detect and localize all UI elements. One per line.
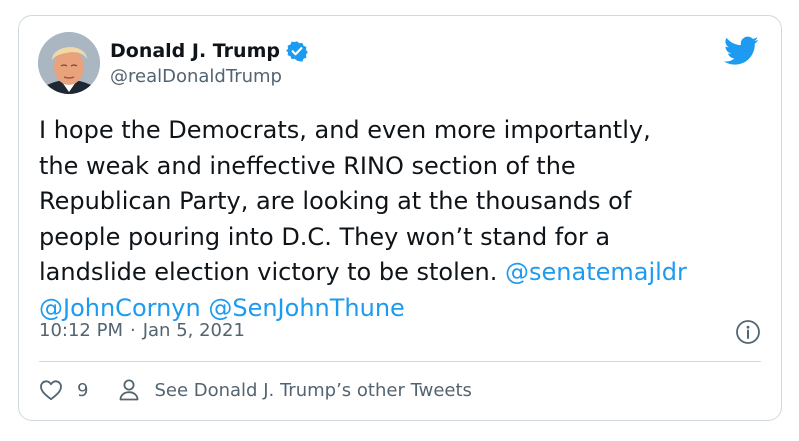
author-handle[interactable]: @realDonaldTrump — [110, 66, 282, 87]
author-name-row: Donald J. Trump — [110, 40, 308, 62]
info-icon[interactable] — [735, 319, 761, 345]
mention-link[interactable]: @JohnCornyn — [39, 294, 201, 322]
action-bar: 9 See Donald J. Trump’s other Tweets — [39, 378, 472, 402]
tweet-text-line: the weak and ineffective RINO section of… — [39, 151, 576, 180]
verified-badge-icon — [286, 40, 308, 62]
divider — [39, 361, 761, 362]
mention-link[interactable]: @SenJohnThune — [208, 294, 404, 322]
see-other-tweets-label: See Donald J. Trump’s other Tweets — [154, 379, 472, 401]
tweet-text: I hope the Democrats, and even more impo… — [39, 113, 769, 327]
avatar-image — [38, 32, 100, 94]
tweet-card: Donald J. Trump @realDonaldTrump I hope … — [18, 15, 782, 421]
author-name[interactable]: Donald J. Trump — [110, 40, 280, 62]
tweet-date[interactable]: Jan 5, 2021 — [143, 320, 245, 341]
avatar[interactable] — [38, 32, 100, 94]
mention-link[interactable]: @senatemajldr — [505, 258, 687, 286]
person-icon — [118, 378, 140, 402]
like-count: 9 — [77, 379, 89, 401]
tweet-text-line: people pouring into D.C. They won’t stan… — [39, 222, 611, 251]
meta-separator: · — [129, 320, 136, 341]
tweet-text-line: I hope the Democrats, and even more impo… — [39, 116, 651, 144]
like-button[interactable]: 9 — [39, 379, 88, 401]
tweet-text-segment: landslide election victory to be stolen. — [39, 258, 505, 287]
see-other-tweets-link[interactable]: See Donald J. Trump’s other Tweets — [118, 378, 472, 402]
tweet-text-line: Republican Party, are looking at the tho… — [39, 187, 632, 216]
tweet-text-line: landslide election victory to be stolen.… — [39, 255, 769, 291]
tweet-time[interactable]: 10:12 PM — [39, 320, 123, 341]
twitter-bird-icon[interactable] — [724, 36, 759, 66]
tweet-metadata: 10:12 PM · Jan 5, 2021 — [39, 320, 245, 341]
heart-icon — [39, 379, 63, 401]
